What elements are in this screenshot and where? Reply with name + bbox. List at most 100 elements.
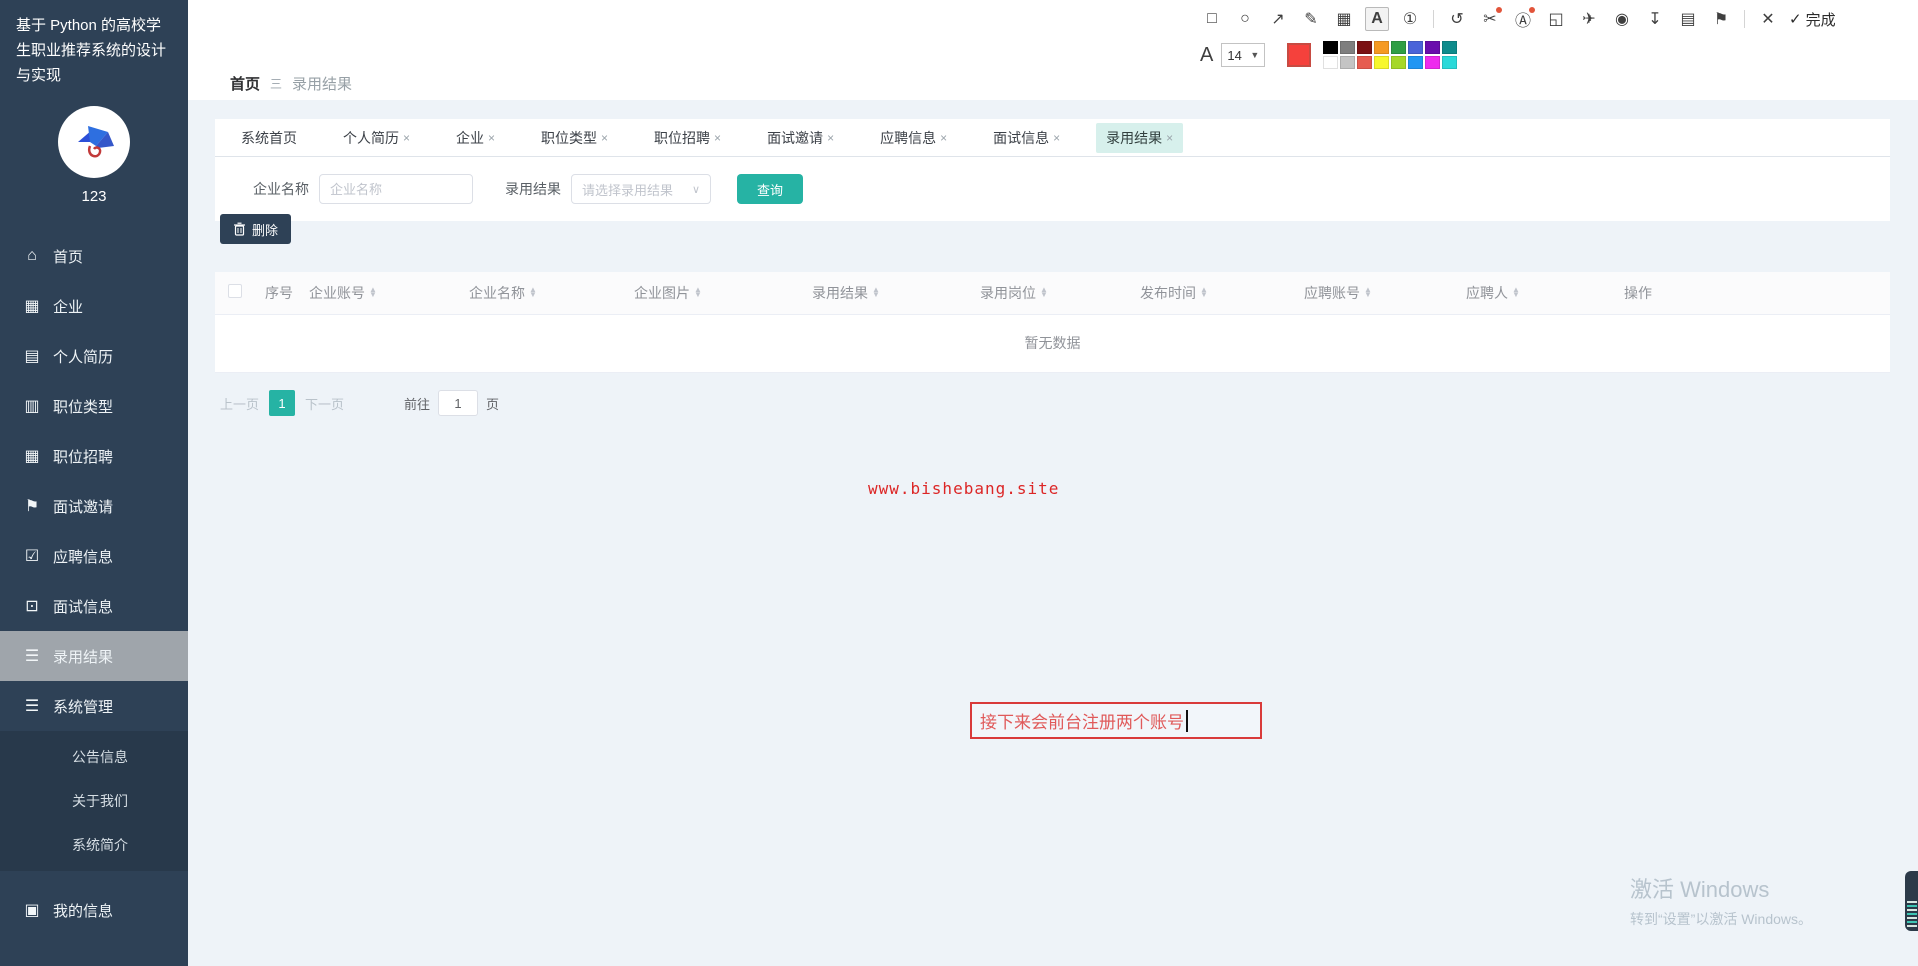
palette-color[interactable] bbox=[1323, 40, 1339, 54]
cancel-icon[interactable]: ✕ bbox=[1756, 7, 1780, 31]
palette-color[interactable] bbox=[1442, 40, 1458, 54]
close-icon[interactable]: × bbox=[714, 131, 721, 145]
tab-job-type[interactable]: 职位类型 × bbox=[531, 123, 618, 153]
col-hire-position: 录用岗位 bbox=[980, 284, 1036, 301]
pencil-tool-icon[interactable]: ✎ bbox=[1299, 7, 1323, 31]
palette-color[interactable] bbox=[1391, 40, 1407, 54]
col-hire-result: 录用结果 bbox=[812, 284, 868, 301]
sidebar-item-my-info[interactable]: ▣ 我的信息 bbox=[0, 885, 188, 935]
palette-color[interactable] bbox=[1391, 55, 1407, 69]
delete-button[interactable]: 删除 bbox=[220, 214, 292, 244]
sidebar-item-hire-result[interactable]: ☰ 录用结果 bbox=[0, 631, 188, 682]
briefcase-icon: ▤ bbox=[24, 348, 40, 366]
hire-result-select[interactable]: 请选择录用结果 ∨ bbox=[571, 174, 711, 204]
close-icon[interactable]: × bbox=[827, 131, 834, 145]
select-all-checkbox[interactable] bbox=[228, 284, 242, 299]
sort-carets-icon[interactable]: ▲ ▼ bbox=[529, 285, 537, 298]
toolbar-divider bbox=[1433, 10, 1434, 28]
palette-color[interactable] bbox=[1408, 55, 1424, 69]
record-icon[interactable]: ◉ bbox=[1610, 7, 1634, 31]
translate-icon[interactable]: Ⓐ bbox=[1511, 7, 1535, 31]
palette-color[interactable] bbox=[1442, 55, 1458, 69]
close-icon[interactable]: × bbox=[488, 131, 495, 145]
tab-hire-result[interactable]: 录用结果 × bbox=[1096, 122, 1184, 153]
font-size-dropdown[interactable]: 14 ▼ bbox=[1221, 43, 1266, 67]
palette-color[interactable] bbox=[1340, 40, 1356, 54]
submenu-item-system-intro[interactable]: 系统简介 bbox=[0, 823, 188, 867]
main-area: 首页 三 录用结果 系统首页 个人简历 × 企业 × 职位类型 × 职位招聘 ×… bbox=[188, 0, 1918, 966]
sidebar-item-system-manage[interactable]: ☰ 系统管理 bbox=[0, 681, 188, 731]
breadcrumb: 首页 三 录用结果 bbox=[230, 73, 352, 94]
sidebar-item-interview-invite[interactable]: ⚑ 面试邀请 bbox=[0, 481, 188, 531]
palette-color[interactable] bbox=[1357, 40, 1373, 54]
sort-carets-icon[interactable]: ▲ ▼ bbox=[1512, 285, 1520, 298]
close-icon[interactable]: × bbox=[940, 131, 947, 145]
annotation-text-box[interactable]: 接下来会前台注册两个账号 bbox=[970, 702, 1262, 739]
download-icon[interactable]: ↧ bbox=[1643, 7, 1667, 31]
goto-page-input[interactable] bbox=[438, 390, 479, 416]
sort-carets-icon[interactable]: ▲ ▼ bbox=[1364, 285, 1372, 298]
palette-color[interactable] bbox=[1408, 40, 1424, 54]
palette-color[interactable] bbox=[1357, 55, 1373, 69]
tab-resume[interactable]: 个人简历 × bbox=[333, 123, 420, 153]
bookmark-icon[interactable]: ⚑ bbox=[1709, 7, 1733, 31]
text-cursor bbox=[1186, 709, 1188, 732]
prev-page-button[interactable]: 上一页 bbox=[220, 394, 259, 413]
close-icon[interactable]: × bbox=[1053, 131, 1060, 145]
notification-dot bbox=[1496, 7, 1502, 13]
close-icon[interactable]: × bbox=[601, 131, 608, 145]
scrollbar-thumb[interactable] bbox=[1905, 871, 1918, 931]
sort-carets-icon[interactable]: ▲ ▼ bbox=[694, 285, 702, 298]
tab-interview-invite[interactable]: 面试邀请 × bbox=[757, 123, 844, 153]
close-icon[interactable]: × bbox=[403, 131, 410, 145]
palette-color[interactable] bbox=[1374, 55, 1390, 69]
sidebar-item-company[interactable]: ▦ 企业 bbox=[0, 281, 188, 331]
arrow-tool-icon[interactable]: ↗ bbox=[1266, 7, 1290, 31]
sort-carets-icon[interactable]: ▲ ▼ bbox=[369, 285, 377, 298]
breadcrumb-root[interactable]: 首页 bbox=[230, 73, 260, 94]
tab-apply-info[interactable]: 应聘信息 × bbox=[870, 123, 957, 153]
tab-system-home[interactable]: 系统首页 bbox=[231, 123, 307, 153]
close-icon[interactable]: × bbox=[1166, 131, 1173, 145]
done-label: 完成 bbox=[1805, 11, 1836, 29]
fullscreen-icon[interactable]: ◱ bbox=[1544, 7, 1568, 31]
col-company-image: 企业图片 bbox=[634, 284, 690, 301]
text-tool-icon[interactable]: A bbox=[1365, 7, 1389, 31]
current-page-button[interactable]: 1 bbox=[269, 390, 296, 416]
palette-color[interactable] bbox=[1425, 40, 1441, 54]
tab-job-recruit[interactable]: 职位招聘 × bbox=[644, 123, 731, 153]
step-number-tool-icon[interactable]: ① bbox=[1398, 7, 1422, 31]
save-device-icon[interactable]: ▤ bbox=[1676, 7, 1700, 31]
sidebar-item-home[interactable]: ⌂ 首页 bbox=[0, 231, 188, 281]
palette-color[interactable] bbox=[1323, 55, 1339, 69]
flag-icon: ⚑ bbox=[24, 498, 40, 516]
palette-color[interactable] bbox=[1374, 40, 1390, 54]
mosaic-tool-icon[interactable]: ▦ bbox=[1332, 7, 1356, 31]
sort-carets-icon[interactable]: ▲ ▼ bbox=[1200, 285, 1208, 298]
submenu-item-about-us[interactable]: 关于我们 bbox=[0, 779, 188, 823]
palette-color[interactable] bbox=[1340, 55, 1356, 69]
pin-icon[interactable]: ✈ bbox=[1577, 7, 1601, 31]
submenu-item-announcement[interactable]: 公告信息 bbox=[0, 735, 188, 779]
done-button[interactable]: ✓ 完成 bbox=[1789, 9, 1836, 30]
tab-company[interactable]: 企业 × bbox=[446, 123, 505, 153]
sidebar: 基于 Python 的高校学生职业推荐系统的设计与实现 123 ⌂ 首页 ▦ 企… bbox=[0, 0, 188, 966]
current-color-swatch[interactable] bbox=[1287, 43, 1312, 67]
sidebar-item-interview-info[interactable]: ⊡ 面试信息 bbox=[0, 581, 188, 631]
tab-interview-info[interactable]: 面试信息 × bbox=[983, 123, 1070, 153]
palette-color[interactable] bbox=[1425, 55, 1441, 69]
undo-icon[interactable]: ↺ bbox=[1445, 7, 1469, 31]
search-button[interactable]: 查询 bbox=[737, 174, 803, 204]
sidebar-item-job-type[interactable]: ▥ 职位类型 bbox=[0, 381, 188, 431]
rectangle-tool-icon[interactable]: □ bbox=[1200, 7, 1224, 31]
next-page-button[interactable]: 下一页 bbox=[305, 394, 344, 413]
ellipse-tool-icon[interactable]: ○ bbox=[1233, 7, 1257, 31]
sort-carets-icon[interactable]: ▲ ▼ bbox=[872, 285, 880, 298]
company-name-input[interactable] bbox=[319, 174, 473, 204]
cut-icon[interactable]: ✂ bbox=[1478, 7, 1502, 31]
sidebar-item-job-recruit[interactable]: ▦ 职位招聘 bbox=[0, 431, 188, 481]
capture-toolbar: □ ○ ↗ ✎ ▦ A ① ↺ ✂ Ⓐ ◱ ✈ ◉ ↧ ▤ ⚑ ✕ ✓ 完成 A bbox=[1200, 4, 1836, 69]
sidebar-item-resume[interactable]: ▤ 个人简历 bbox=[0, 331, 188, 381]
sort-carets-icon[interactable]: ▲ ▼ bbox=[1040, 285, 1048, 298]
sidebar-item-apply-info[interactable]: ☑ 应聘信息 bbox=[0, 531, 188, 581]
